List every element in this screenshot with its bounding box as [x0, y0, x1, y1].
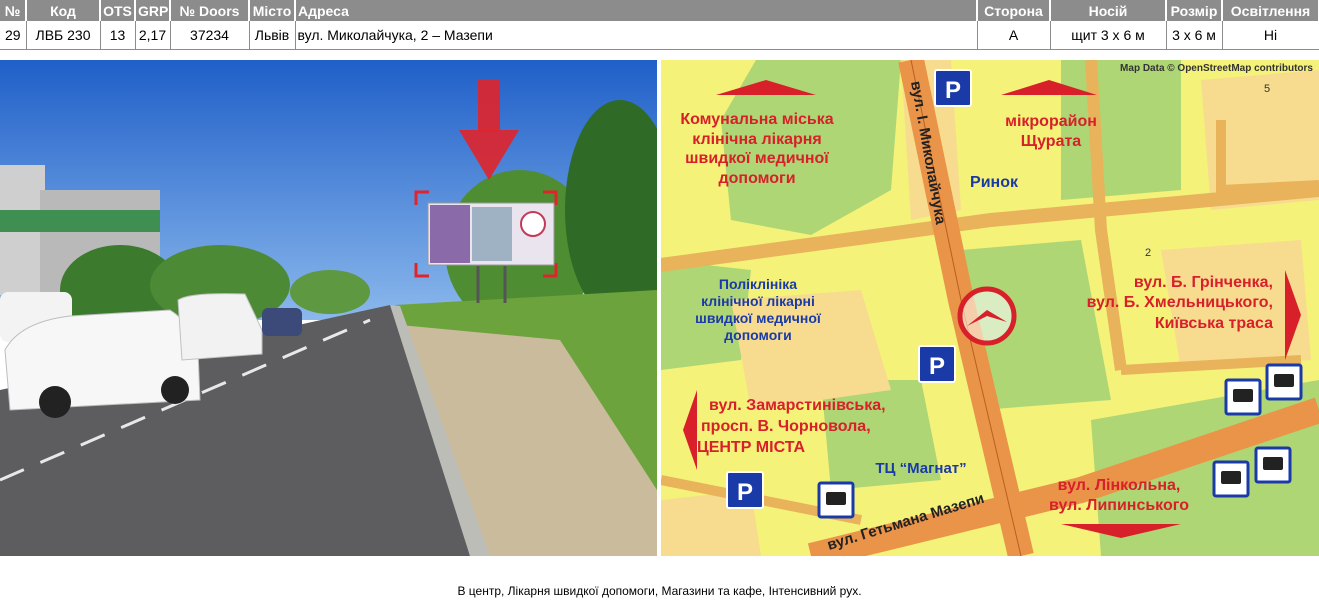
bus-stop-icon — [1212, 460, 1250, 498]
bus-stop-icon — [1254, 446, 1292, 484]
label-east-line3: Київська траса — [1155, 315, 1273, 332]
label-south-line1: вул. Лінкольна, — [1058, 477, 1181, 494]
cell-grp: 2,17 — [135, 21, 171, 50]
label-clinic-line4: допомоги — [724, 327, 791, 343]
label-hospital-line3: швидкої медичної — [685, 150, 829, 167]
label-east-line2: вул. Б. Хмельницького, — [1087, 294, 1273, 311]
billboard-location-photo — [0, 60, 657, 556]
car — [262, 308, 302, 336]
cell-address: вул. Миколайчука, 2 – Мазепи — [295, 21, 978, 50]
billboard-artwork — [472, 207, 512, 261]
cell-lighting: Ні — [1222, 21, 1319, 50]
building-awning — [0, 210, 160, 232]
col-side-header: Сторона — [977, 0, 1051, 21]
label-hospital-line2: клінічна лікарня — [692, 131, 822, 148]
label-hospital-line1: Комунальна міська — [680, 111, 833, 128]
label-district-line1: мікрорайон — [1005, 113, 1097, 130]
cell-size: 3 х 6 м — [1166, 21, 1223, 50]
label-south-line2: вул. Липинського — [1049, 497, 1189, 514]
svg-text:P: P — [737, 479, 753, 506]
col-size-header: Розмір — [1166, 0, 1223, 21]
table-row: 29 ЛВБ 230 13 2,17 37234 Львів вул. Мико… — [0, 21, 1319, 50]
parking-sign-icon: P — [934, 69, 972, 107]
svg-text:P: P — [945, 77, 961, 104]
table-header-row: № Код OTS GRP № Doors Місто Адреса Сторо… — [0, 0, 1319, 21]
cell-doors: 37234 — [170, 21, 250, 50]
col-grp-header: GRP — [135, 0, 171, 21]
cell-city: Львів — [249, 21, 296, 50]
col-number-header: № — [0, 0, 27, 21]
billboard-info-table: № Код OTS GRP № Doors Місто Адреса Сторо… — [0, 0, 1319, 50]
parking-sign-icon: P — [726, 471, 764, 509]
label-clinic-line3: швидкої медичної — [695, 310, 822, 326]
location-description: В центр, Лікарня швидкої допомоги, Магаз… — [457, 584, 862, 598]
col-carrier-header: Носій — [1050, 0, 1167, 21]
col-address-header: Адреса — [295, 0, 978, 21]
pointer-arrow-shaft — [478, 80, 500, 132]
car-wheel — [161, 376, 189, 404]
label-market: Ринок — [970, 174, 1019, 191]
green-area — [1061, 60, 1181, 200]
map-attribution: Map Data © OpenStreetMap contributors — [1120, 63, 1313, 74]
location-map: Map Data © OpenStreetMap contributors 5 … — [661, 60, 1319, 556]
label-district-line2: Щурата — [1021, 133, 1082, 150]
bus-stop-icon — [1265, 363, 1303, 401]
bus-stop-icon — [817, 481, 855, 519]
house-number-2: 2 — [1145, 247, 1151, 259]
cell-number: 29 — [0, 21, 27, 50]
label-west-line1: вул. Замарстинівська, — [709, 397, 886, 414]
car — [177, 293, 263, 361]
bus-stop-icon — [1224, 378, 1262, 416]
col-code-header: Код — [26, 0, 101, 21]
label-clinic-line1: Поліклініка — [719, 276, 797, 292]
house-number-5: 5 — [1264, 83, 1270, 95]
billboard-artwork — [430, 205, 470, 263]
col-ots-header: OTS — [100, 0, 136, 21]
col-doors-header: № Doors — [170, 0, 250, 21]
cell-carrier: щит 3 х 6 м — [1050, 21, 1167, 50]
label-mall: ТЦ “Магнат” — [875, 460, 966, 477]
svg-text:P: P — [929, 353, 945, 380]
billboard-logo — [520, 211, 546, 237]
label-west-line3: ЦЕНТР МІСТА — [697, 439, 806, 456]
cell-ots: 13 — [100, 21, 136, 50]
tree — [290, 270, 370, 314]
parking-sign-icon: P — [918, 345, 956, 383]
col-lighting-header: Освітлення — [1222, 0, 1319, 21]
cell-side: A — [977, 21, 1051, 50]
label-clinic-line2: клінічної лікарні — [701, 293, 815, 309]
cell-code: ЛВБ 230 — [26, 21, 101, 50]
car-wheel — [39, 386, 71, 418]
label-west-line2: просп. В. Чорновола, — [701, 418, 871, 435]
label-east-line1: вул. Б. Грінченка, — [1134, 274, 1273, 291]
label-hospital-line4: допомоги — [718, 170, 795, 187]
col-city-header: Місто — [249, 0, 296, 21]
